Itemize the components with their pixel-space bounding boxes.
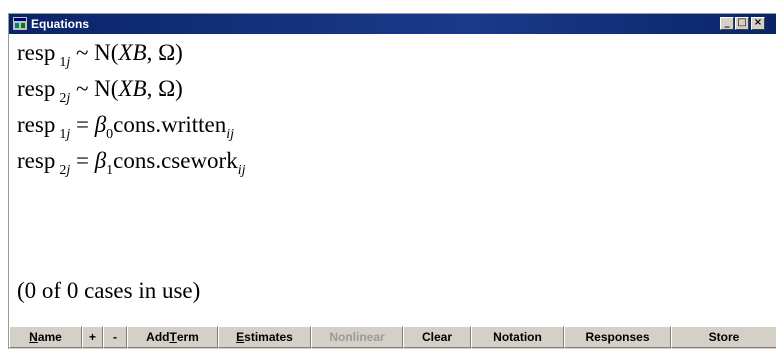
title-bar[interactable]: Equations _ □ × xyxy=(9,14,776,34)
cases-in-use-status: (0 of 0 cases in use) xyxy=(17,278,201,303)
distribution: N(XB, Ω) xyxy=(94,40,183,65)
coefficient[interactable]: β xyxy=(95,112,106,137)
equations-toolbar: Name + - Add Term Estimates Nonlinear Cl… xyxy=(9,325,776,349)
name-button[interactable]: Name xyxy=(9,326,82,348)
response-subscript: 2j xyxy=(59,91,71,106)
equations-window: Equations _ □ × resp 1j ~ N(XB, Ω) resp 2j… xyxy=(8,13,776,349)
response-subscript: 1j xyxy=(59,55,71,70)
remove-button[interactable]: - xyxy=(103,326,127,348)
response-name: resp xyxy=(17,76,56,101)
equations-panel: resp 1j ~ N(XB, Ω) resp 2j ~ N(XB, Ω) resp… xyxy=(17,39,776,325)
response-subscript: 2j xyxy=(59,163,71,178)
response-name: resp xyxy=(17,148,56,173)
response-name: resp xyxy=(17,112,56,137)
operator: ~ xyxy=(75,76,89,101)
clear-button[interactable]: Clear xyxy=(403,326,471,348)
window-title: Equations xyxy=(31,17,90,31)
distribution: N(XB, Ω) xyxy=(94,76,183,101)
app-icon xyxy=(13,17,27,30)
notation-button[interactable]: Notation xyxy=(471,326,564,348)
operator: = xyxy=(75,148,89,173)
term-subscript: ij xyxy=(237,163,246,178)
estimates-button[interactable]: Estimates xyxy=(218,326,311,348)
response-name: resp xyxy=(17,40,56,65)
nonlinear-button[interactable]: Nonlinear xyxy=(311,326,403,348)
equation-2[interactable]: resp 2j ~ N(XB, Ω) xyxy=(17,75,183,106)
equation-3[interactable]: resp 1j = β0cons.writtenij xyxy=(17,111,235,142)
operator: = xyxy=(75,112,89,137)
response-subscript: 1j xyxy=(59,127,71,142)
add-button[interactable]: + xyxy=(82,326,103,348)
explanatory-term[interactable]: cons.csework xyxy=(113,148,238,173)
responses-button[interactable]: Responses xyxy=(564,326,671,348)
term-subscript: ij xyxy=(226,127,235,142)
close-button[interactable]: × xyxy=(751,17,765,30)
equation-1[interactable]: resp 1j ~ N(XB, Ω) xyxy=(17,39,183,70)
operator: ~ xyxy=(75,40,89,65)
store-button[interactable]: Store xyxy=(671,326,776,348)
coefficient[interactable]: β xyxy=(95,148,106,173)
explanatory-term[interactable]: cons.written xyxy=(113,112,226,137)
minimize-button[interactable]: _ xyxy=(720,17,734,30)
maximize-button[interactable]: □ xyxy=(735,17,749,30)
equation-4[interactable]: resp 2j = β1cons.cseworkij xyxy=(17,147,246,178)
add-term-button[interactable]: Add Term xyxy=(127,326,218,348)
